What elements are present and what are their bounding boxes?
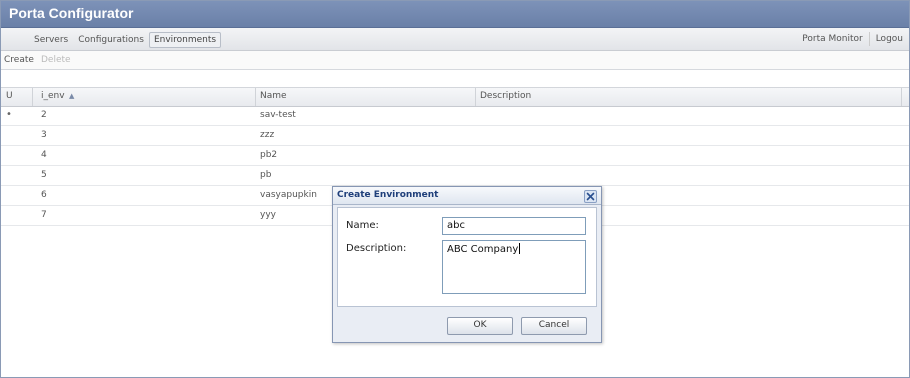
grid-toolbar: Create Delete [1,51,909,70]
column-divider[interactable] [901,88,902,106]
create-environment-dialog: Create Environment Name: abc Description… [332,186,602,343]
dialog-titlebar[interactable]: Create Environment [333,187,601,205]
dialog-form: Name: abc Description: ABC Company [337,207,597,307]
cell-name: sav-test [260,110,296,120]
grid-header: U i_env ▲ Name Description [1,87,909,107]
column-divider[interactable] [255,88,256,106]
tab-configurations[interactable]: Configurations [73,32,149,48]
nav-right-links: Porta Monitor Logou [796,32,909,46]
column-header-description[interactable]: Description [480,91,531,101]
table-row[interactable]: • 2 sav-test [1,106,909,126]
dialog-title: Create Environment [337,190,439,200]
create-button[interactable]: Create [4,55,34,65]
column-divider[interactable] [475,88,476,106]
cell-name: pb2 [260,150,278,160]
delete-button[interactable]: Delete [41,55,71,65]
row-marker: • [6,109,12,120]
cell-name: zzz [260,130,275,140]
nav-tabs: Servers Configurations Environments [29,32,222,48]
column-header-u[interactable]: U [6,91,13,101]
tab-servers[interactable]: Servers [29,32,73,48]
logout-link[interactable]: Logou [868,32,909,46]
sort-ascending-icon: ▲ [69,92,75,100]
app-window: Porta Configurator Servers Configuration… [0,0,910,378]
cell-i-env: 6 [41,190,47,200]
table-row[interactable]: 3 zzz [1,126,909,146]
description-label: Description: [346,243,407,254]
cell-i-env: 2 [41,110,47,120]
cell-i-env: 5 [41,170,47,180]
name-label: Name: [346,220,379,231]
text-caret [519,243,521,254]
ok-button[interactable]: OK [447,317,513,335]
name-input-value: abc [447,220,465,231]
column-header-i-env[interactable]: i_env [41,91,65,101]
cell-name: vasyapupkin [260,190,317,200]
description-textarea[interactable]: ABC Company [442,240,586,294]
cell-name: yyy [260,210,276,220]
table-row[interactable]: 4 pb2 [1,146,909,166]
main-nav: Servers Configurations Environments Port… [1,28,909,51]
name-input[interactable]: abc [442,217,586,235]
close-icon[interactable] [584,190,597,203]
cancel-button[interactable]: Cancel [521,317,587,335]
cell-i-env: 3 [41,130,47,140]
table-row[interactable]: 5 pb [1,166,909,186]
app-titlebar: Porta Configurator [1,1,909,28]
cell-i-env: 7 [41,210,47,220]
tab-environments[interactable]: Environments [148,32,222,48]
app-title: Porta Configurator [9,5,134,21]
column-divider[interactable] [32,88,33,106]
close-icon-glyph [586,192,595,201]
cell-name: pb [260,170,272,180]
column-header-name[interactable]: Name [260,91,287,101]
description-textarea-value: ABC Company [447,244,519,255]
cell-i-env: 4 [41,150,47,160]
porta-monitor-link[interactable]: Porta Monitor [796,32,868,46]
